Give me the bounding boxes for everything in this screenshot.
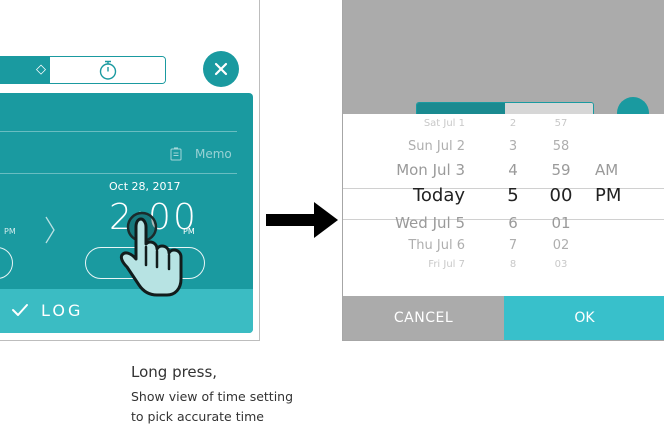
phone-screen-before: ◇ Memo Oct 28, 2017 2:00 PM xyxy=(0,0,260,341)
picker-hour: 2 xyxy=(509,118,517,129)
picker-hour: 5 xyxy=(507,185,519,206)
caption-line: to pick accurate time xyxy=(131,409,264,424)
close-icon xyxy=(214,62,228,76)
divider xyxy=(0,131,237,132)
stopwatch-icon xyxy=(99,60,117,80)
picker-ampm: AM xyxy=(595,160,619,179)
ok-button[interactable]: OK xyxy=(504,296,664,340)
picker-minute: 59 xyxy=(551,160,571,179)
date-time-picker[interactable]: Sat Jul 1 2 57 Sun Jul 2 3 58 Mon Jul 3 4 59 AM To… xyxy=(343,114,664,296)
flow-arrow-icon xyxy=(266,202,338,238)
phone-screen-after: Sat Jul 1 2 57 Sun Jul 2 3 58 Mon Jul 3 4 59 AM To… xyxy=(342,0,664,341)
picker-hour: 7 xyxy=(508,237,518,253)
picker-day: Wed Jul 5 xyxy=(395,213,465,232)
picker-minute: 00 xyxy=(549,185,573,206)
picker-day: Mon Jul 3 xyxy=(396,160,465,179)
picker-day: Sun Jul 2 xyxy=(408,138,465,154)
mode-segmented-control: ◇ xyxy=(0,56,166,84)
caption-title: Long press, xyxy=(131,363,218,381)
divider xyxy=(0,173,237,174)
close-button[interactable] xyxy=(203,51,239,87)
hand-pointer-icon xyxy=(119,211,183,297)
entry-date: Oct 28, 2017 xyxy=(109,180,181,193)
picker-hour: 6 xyxy=(508,213,518,232)
picker-day: Fri Jul 7 xyxy=(428,259,465,270)
picker-day: Sat Jul 1 xyxy=(423,118,465,129)
memo-field[interactable]: Memo xyxy=(195,147,232,161)
chevron-right-icon[interactable] xyxy=(43,215,57,245)
caption-line: Show view of time setting xyxy=(131,389,294,404)
sun-icon: ◇ xyxy=(36,62,46,77)
picker-minute: 02 xyxy=(552,237,570,253)
segment-manual[interactable]: ◇ xyxy=(0,57,50,83)
caption: Long press, Show view of time setting to… xyxy=(131,363,293,427)
cancel-button[interactable]: CANCEL xyxy=(343,296,504,340)
picker-day: Thu Jul 6 xyxy=(408,237,465,253)
previous-time-button[interactable] xyxy=(0,247,13,279)
picker-minute: 58 xyxy=(552,138,570,154)
memo-icon xyxy=(170,147,182,161)
picker-minute: 03 xyxy=(554,259,568,270)
check-icon xyxy=(12,304,28,316)
picker-ampm: PM xyxy=(595,185,622,206)
picker-minute: 57 xyxy=(554,118,568,129)
picker-hour: 3 xyxy=(508,138,518,154)
previous-time-ampm: PM xyxy=(4,227,16,236)
picker-hour: 4 xyxy=(508,160,518,179)
log-button-label: LOG xyxy=(41,301,84,320)
picker-day: Today xyxy=(412,185,465,206)
picker-hour: 8 xyxy=(509,259,517,270)
segment-timer[interactable] xyxy=(50,57,165,83)
picker-minute: 01 xyxy=(551,213,571,232)
